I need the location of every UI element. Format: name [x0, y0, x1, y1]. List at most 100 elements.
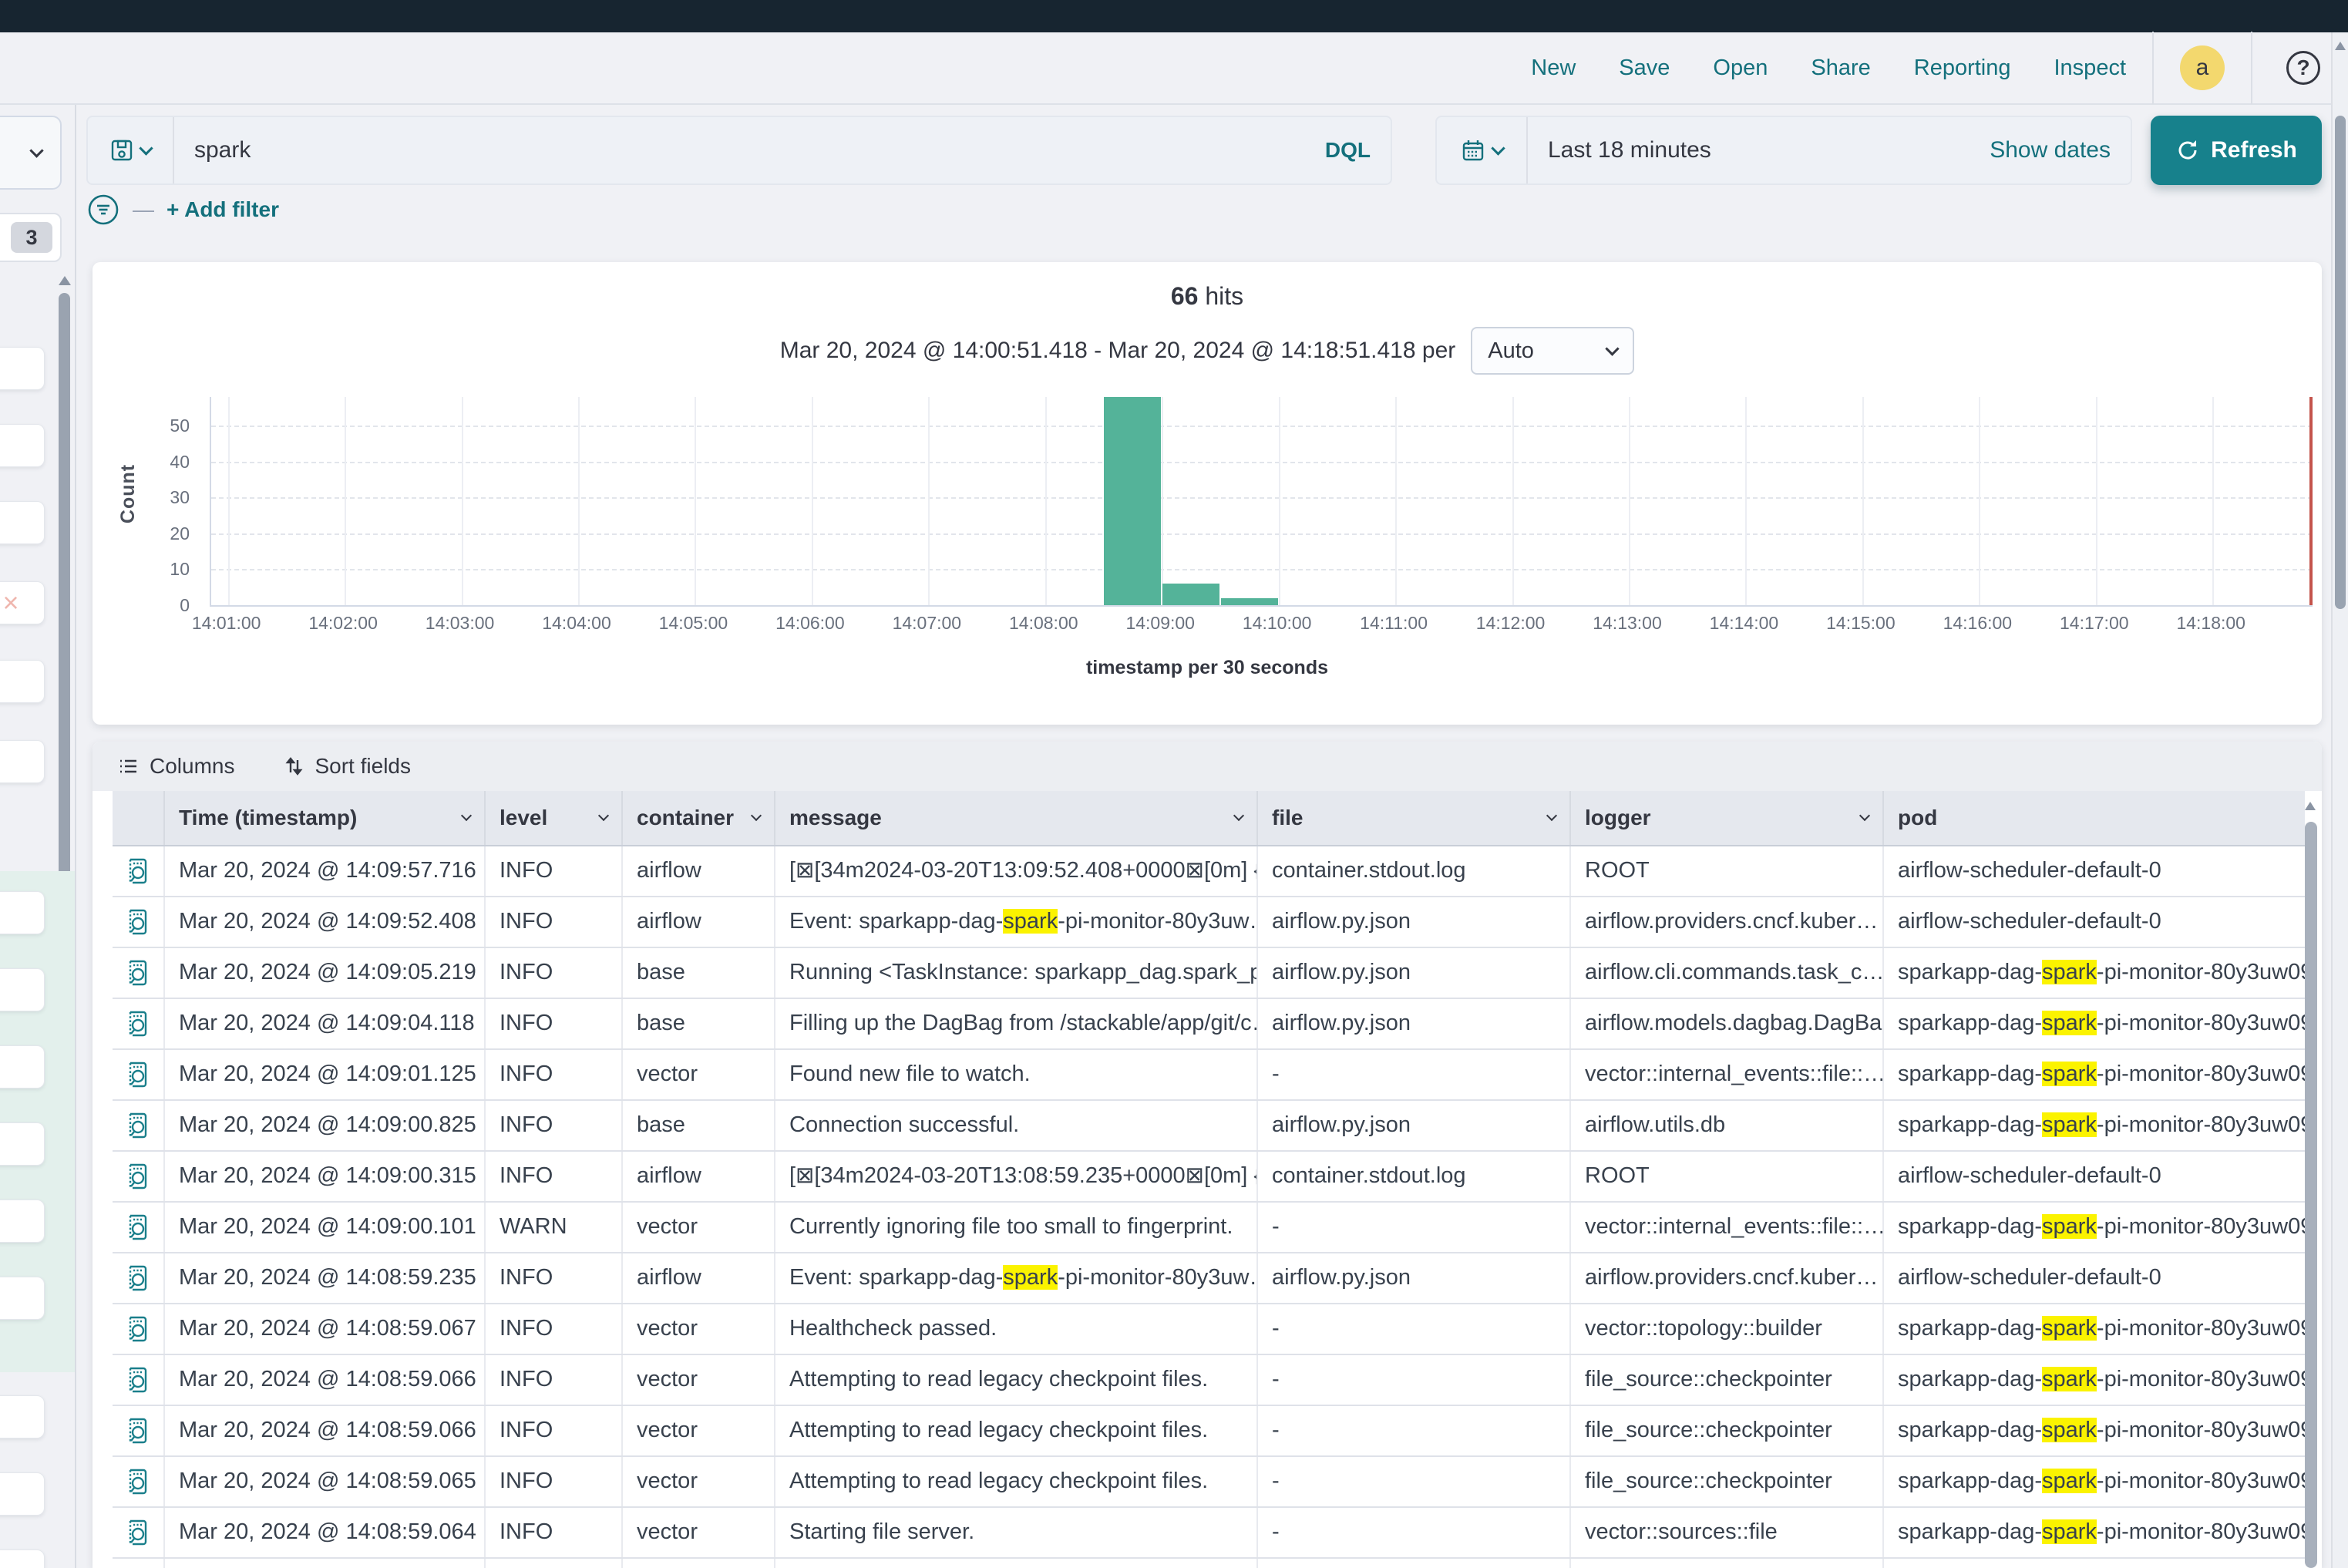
expand-row-button[interactable]: [113, 1101, 165, 1150]
log-row: Mar 20, 2024 @ 14:09:04.118INFObaseFilli…: [113, 999, 2305, 1050]
calendar-menu-button[interactable]: [1437, 117, 1528, 183]
header-pod[interactable]: pod: [1884, 791, 2305, 845]
filter-icon[interactable]: [86, 193, 120, 227]
log-row: Mar 20, 2024 @ 14:08:59.235INFOairflowEv…: [113, 1253, 2305, 1304]
columns-button[interactable]: Columns: [117, 754, 234, 779]
expand-row-button[interactable]: [113, 1152, 165, 1201]
interval-select[interactable]: Auto: [1471, 327, 1634, 375]
expand-row-button[interactable]: [113, 1050, 165, 1099]
expand-row-button[interactable]: [113, 948, 165, 998]
cell-container: vector: [623, 1203, 775, 1252]
histogram-bar[interactable]: [1162, 584, 1219, 605]
sidebar-card[interactable]: [0, 501, 45, 544]
help-button[interactable]: ?: [2286, 51, 2320, 85]
inspect-document-icon: [125, 1162, 151, 1191]
topnav-new[interactable]: New: [1531, 56, 1576, 81]
expand-row-button[interactable]: [113, 1355, 165, 1405]
sidebar-card[interactable]: [0, 1549, 45, 1568]
cell-level: WARN: [486, 1203, 623, 1252]
search-input[interactable]: spark: [174, 137, 1325, 163]
show-dates-link[interactable]: Show dates: [1990, 137, 2131, 163]
expand-row-button[interactable]: [113, 1457, 165, 1506]
sort-fields-button[interactable]: Sort fields: [284, 754, 411, 779]
current-time-marker: [2309, 397, 2313, 605]
cell-level: INFO: [486, 1304, 623, 1354]
search-bar[interactable]: spark DQL: [86, 116, 1392, 185]
sidebar-card[interactable]: [0, 1472, 45, 1516]
histogram-bar[interactable]: [1221, 598, 1278, 605]
sidebar-scroll-up-arrow[interactable]: [59, 276, 71, 285]
scroll-up-arrow[interactable]: [2335, 42, 2346, 50]
avatar[interactable]: a: [2180, 45, 2225, 90]
x-tick-label: 14:09:00: [1125, 613, 1195, 634]
expand-row-button[interactable]: [113, 1203, 165, 1252]
sidebar-card[interactable]: [0, 1045, 45, 1089]
time-range-value[interactable]: Last 18 minutes: [1528, 137, 1990, 163]
expand-row-button[interactable]: [113, 999, 165, 1048]
column-menu-icon[interactable]: [1546, 810, 1557, 821]
date-picker[interactable]: Last 18 minutes Show dates: [1435, 116, 2132, 185]
column-menu-icon[interactable]: [1233, 810, 1244, 821]
expand-row-button[interactable]: [113, 1508, 165, 1557]
search-highlight: spark: [2042, 960, 2097, 984]
cell-logger: airflow.providers.cncf.kuber…: [1571, 1253, 1884, 1303]
sidebar-card[interactable]: [0, 660, 45, 703]
column-menu-icon[interactable]: [598, 810, 609, 821]
sidebar-card[interactable]: [0, 347, 45, 390]
sidebar-card[interactable]: [0, 1277, 45, 1320]
table-scrollbar[interactable]: [2305, 822, 2317, 1568]
sidebar-card[interactable]: [0, 424, 45, 467]
sidebar-card[interactable]: [0, 740, 45, 783]
saved-query-menu-button[interactable]: [88, 117, 174, 183]
cell-time: Mar 20, 2024 @ 14:08:59.066: [165, 1355, 486, 1405]
inspect-document-icon: [125, 856, 151, 886]
refresh-button[interactable]: Refresh: [2151, 116, 2322, 185]
sidebar-card-close[interactable]: ×: [0, 581, 45, 624]
cell-logger: ROOT: [1571, 1152, 1884, 1201]
column-menu-icon[interactable]: [1859, 810, 1870, 821]
gridline: [695, 397, 696, 605]
cell-level: INFO: [486, 1253, 623, 1303]
table-scroll-up-arrow[interactable]: [2305, 802, 2316, 810]
expand-row-button[interactable]: [113, 897, 165, 947]
header-logger[interactable]: logger: [1571, 791, 1884, 845]
x-tick-label: 14:01:00: [192, 613, 261, 634]
query-language-button[interactable]: DQL: [1325, 138, 1391, 163]
sidebar-card[interactable]: [0, 1395, 45, 1438]
sidebar-card[interactable]: [0, 1122, 45, 1166]
add-filter-button[interactable]: + Add filter: [167, 197, 279, 222]
topnav-share[interactable]: Share: [1811, 56, 1870, 81]
header-time[interactable]: Time (timestamp): [165, 791, 486, 845]
expand-row-button[interactable]: [113, 1304, 165, 1354]
expand-row-button[interactable]: [113, 1253, 165, 1303]
header-file[interactable]: file: [1258, 791, 1571, 845]
expand-row-button[interactable]: [113, 1406, 165, 1455]
sidebar-scrollbar[interactable]: [59, 293, 70, 937]
header-container[interactable]: container: [623, 791, 775, 845]
window-scrollbar-thumb[interactable]: [2335, 116, 2346, 609]
header-message[interactable]: message: [775, 791, 1258, 845]
histogram-plot[interactable]: [210, 397, 2313, 607]
topnav-open[interactable]: Open: [1713, 56, 1768, 81]
selected-fields-card[interactable]: 3: [0, 213, 62, 262]
header-level[interactable]: level: [486, 791, 623, 845]
sidebar-card[interactable]: [0, 1200, 45, 1243]
cell-file: airflow.py.json: [1258, 999, 1571, 1048]
cell: [486, 1559, 623, 1568]
histogram-bar[interactable]: [1104, 397, 1161, 605]
cell-file: -: [1258, 1203, 1571, 1252]
y-tick-label: 10: [93, 559, 200, 580]
topnav-inspect[interactable]: Inspect: [2054, 56, 2127, 81]
column-menu-icon[interactable]: [461, 810, 472, 821]
sidebar-card[interactable]: [0, 968, 45, 1011]
sidebar-card[interactable]: [0, 891, 45, 934]
cell-time: Mar 20, 2024 @ 14:09:00.101: [165, 1203, 486, 1252]
window-scrollbar-track[interactable]: [2331, 32, 2348, 1568]
cell-level: INFO: [486, 1050, 623, 1099]
expand-row-button[interactable]: [113, 846, 165, 896]
cell-level: INFO: [486, 999, 623, 1048]
topnav-save[interactable]: Save: [1619, 56, 1670, 81]
topnav-reporting[interactable]: Reporting: [1914, 56, 2011, 81]
column-menu-icon[interactable]: [751, 810, 762, 821]
sidebar-collapse-button[interactable]: [0, 116, 62, 190]
